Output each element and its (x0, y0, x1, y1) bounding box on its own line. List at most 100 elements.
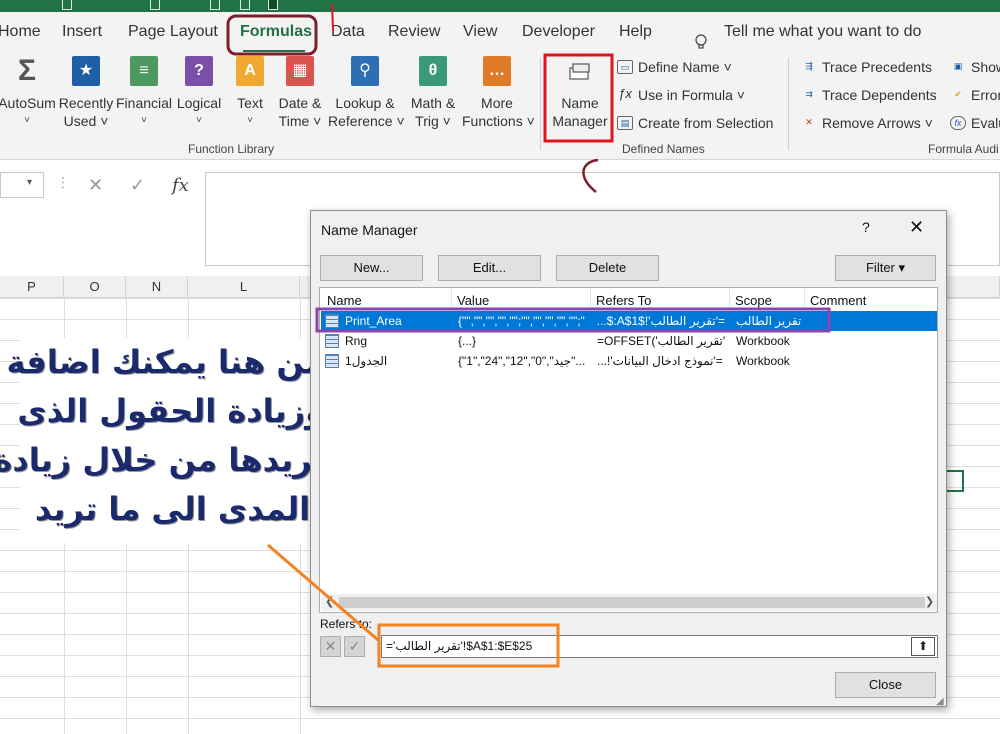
quick-access-icon[interactable] (268, 0, 278, 10)
tab-view[interactable]: View (463, 23, 497, 41)
cancel-entry-button[interactable]: ✕ (88, 175, 103, 196)
tab-help[interactable]: Help (619, 23, 652, 41)
name-row[interactable]: Print_Area {"","","","","";"","","","","… (321, 311, 937, 331)
tab-page-layout[interactable]: Page Layout (128, 23, 218, 41)
use-in-formula-button[interactable]: ƒx Use in Formula ˅ (617, 87, 745, 103)
column-header-refers-to[interactable]: Refers To (596, 293, 651, 308)
defined-names-label: Defined Names (622, 142, 705, 156)
quick-access-icon[interactable] (62, 0, 72, 10)
define-name-button[interactable]: ▭ Define Name ˅ (617, 59, 732, 75)
help-button[interactable]: ? (862, 219, 870, 235)
star-icon: ★ (72, 56, 100, 86)
name-row[interactable]: الجدول1 {"1","24","12","0","جيد"... ='نم… (321, 351, 937, 371)
close-button[interactable]: Close (835, 672, 936, 698)
lookup-reference-button[interactable]: ⚲ Lookup & Reference ˅ (328, 56, 405, 130)
formula-auditing-label: Formula Audi (928, 142, 999, 156)
remove-arrows-button[interactable]: ✕ Remove Arrows ˅ (801, 115, 933, 131)
scroll-right-icon[interactable]: ❯ (925, 595, 934, 608)
show-formulas-button[interactable]: ▣Show (950, 59, 1000, 75)
magnifier-icon: ⚲ (351, 56, 379, 86)
column-header-scope[interactable]: Scope (735, 293, 772, 308)
row-gridline (0, 718, 1000, 719)
ribbon: Σ AutoSum ˅ ★ Recently Used ˅ ≡ Financia… (0, 52, 1000, 160)
filter-button[interactable]: Filter ▾ (835, 255, 936, 281)
name-manager-icon (566, 56, 594, 86)
scroll-left-icon[interactable]: ❮ (325, 595, 334, 608)
column-divider[interactable] (804, 288, 805, 310)
column-header-value[interactable]: Value (457, 293, 489, 308)
quick-access-icon[interactable] (210, 0, 220, 10)
names-list[interactable]: Name Value Refers To Scope Comment Print… (319, 287, 938, 613)
name-manager-dialog: Name Manager ? ✕ New... Edit... Delete F… (310, 210, 947, 707)
recently-used-button[interactable]: ★ Recently Used ˅ (58, 56, 114, 130)
evaluate-formula-button[interactable]: fxEvalu (950, 115, 1000, 131)
grid-icon: ▤ (617, 116, 633, 130)
show-formulas-icon: ▣ (953, 61, 963, 71)
column-header-name[interactable]: Name (327, 293, 362, 308)
financial-button[interactable]: ≡ Financial ˅ (116, 56, 172, 130)
drag-handle-icon[interactable]: ⋮ (56, 174, 70, 191)
tab-review[interactable]: Review (388, 23, 440, 41)
resize-grip-icon[interactable]: ◢ (936, 696, 946, 707)
column-divider[interactable] (590, 288, 591, 310)
financial-icon: ≡ (130, 56, 158, 86)
scrollbar-thumb[interactable] (339, 597, 925, 608)
quick-access-icon[interactable] (240, 0, 250, 10)
close-icon[interactable]: ✕ (909, 217, 924, 238)
autosum-button[interactable]: Σ AutoSum ˅ (0, 56, 56, 130)
new-name-button[interactable]: New... (320, 255, 423, 281)
column-divider[interactable] (451, 288, 452, 310)
create-from-selection-button[interactable]: ▤ Create from Selection (617, 115, 773, 131)
error-checking-button[interactable]: ✔ Error (950, 87, 1000, 103)
logical-button[interactable]: ? Logical ˅ (174, 56, 224, 130)
formula-bar: ▾ ⋮ ✕ ✓ fx (0, 170, 1000, 266)
annotation-line: تريدها من خلال زيادة (0, 441, 325, 479)
text-button[interactable]: A Text ˅ (230, 56, 270, 130)
remove-arrows-icon: ✕ (805, 117, 813, 127)
name-box[interactable]: ▾ (0, 172, 44, 198)
trace-dependents-icon: ⇉ (805, 89, 813, 99)
tab-developer[interactable]: Developer (522, 23, 595, 41)
collapse-dialog-icon[interactable]: ⬆ (911, 637, 935, 656)
sigma-icon: Σ (17, 54, 36, 87)
refers-to-input[interactable]: ='تقرير الطالب'!$A$1:$E$25 (381, 635, 938, 658)
quick-access-icon[interactable] (150, 0, 160, 10)
date-time-button[interactable]: ▦ Date & Time ˅ (276, 56, 324, 130)
group-separator (540, 58, 541, 150)
chevron-down-icon[interactable]: ▾ (27, 177, 32, 188)
insert-function-button[interactable]: fx (172, 175, 189, 196)
tab-formulas[interactable]: Formulas (240, 23, 312, 41)
column-header-comment[interactable]: Comment (810, 293, 866, 308)
ribbon-tabs: Home Insert Page Layout Formulas Data Re… (0, 12, 1000, 53)
math-trig-button[interactable]: θ Math & Trig ˅ (406, 56, 460, 130)
error-check-icon: ✔ (954, 89, 962, 99)
annotation-text: من هنا يمكنك اضافة وزيادة الحقول الذى تر… (0, 338, 325, 543)
horizontal-scrollbar[interactable]: ❮ ❯ (321, 594, 937, 611)
dialog-title: Name Manager (321, 222, 418, 238)
theta-icon: θ (419, 56, 447, 86)
column-header[interactable]: P (0, 276, 64, 298)
tab-data[interactable]: Data (331, 23, 365, 41)
column-header[interactable]: N (126, 276, 188, 298)
fx-icon: ƒx (618, 86, 632, 101)
more-functions-button[interactable]: … More Functions ˅ (462, 56, 535, 130)
trace-dependents-button[interactable]: ⇉ Trace Dependents (801, 87, 936, 103)
commit-edit-button[interactable]: ✓ (344, 636, 365, 657)
calendar-icon: ▦ (286, 56, 314, 86)
column-header[interactable]: L (188, 276, 300, 298)
column-divider[interactable] (729, 288, 730, 310)
tell-me-search[interactable]: Tell me what you want to do (724, 23, 921, 41)
refers-to-label: Refers to: (320, 617, 373, 631)
trace-precedents-button[interactable]: ⇶ Trace Precedents (801, 59, 932, 75)
column-header[interactable]: O (64, 276, 126, 298)
delete-name-button[interactable]: Delete (556, 255, 659, 281)
name-row[interactable]: Rng {...} =OFFSET('تقرير الطالب'... Work… (321, 331, 937, 351)
lightbulb-icon (695, 34, 707, 49)
tab-insert[interactable]: Insert (62, 23, 102, 41)
tab-home[interactable]: Home (0, 23, 41, 41)
cancel-edit-button[interactable]: ✕ (320, 636, 341, 657)
edit-name-button[interactable]: Edit... (438, 255, 541, 281)
named-range-icon (325, 354, 339, 368)
confirm-entry-button[interactable]: ✓ (130, 175, 145, 196)
name-manager-button[interactable]: Name Manager (550, 56, 610, 130)
